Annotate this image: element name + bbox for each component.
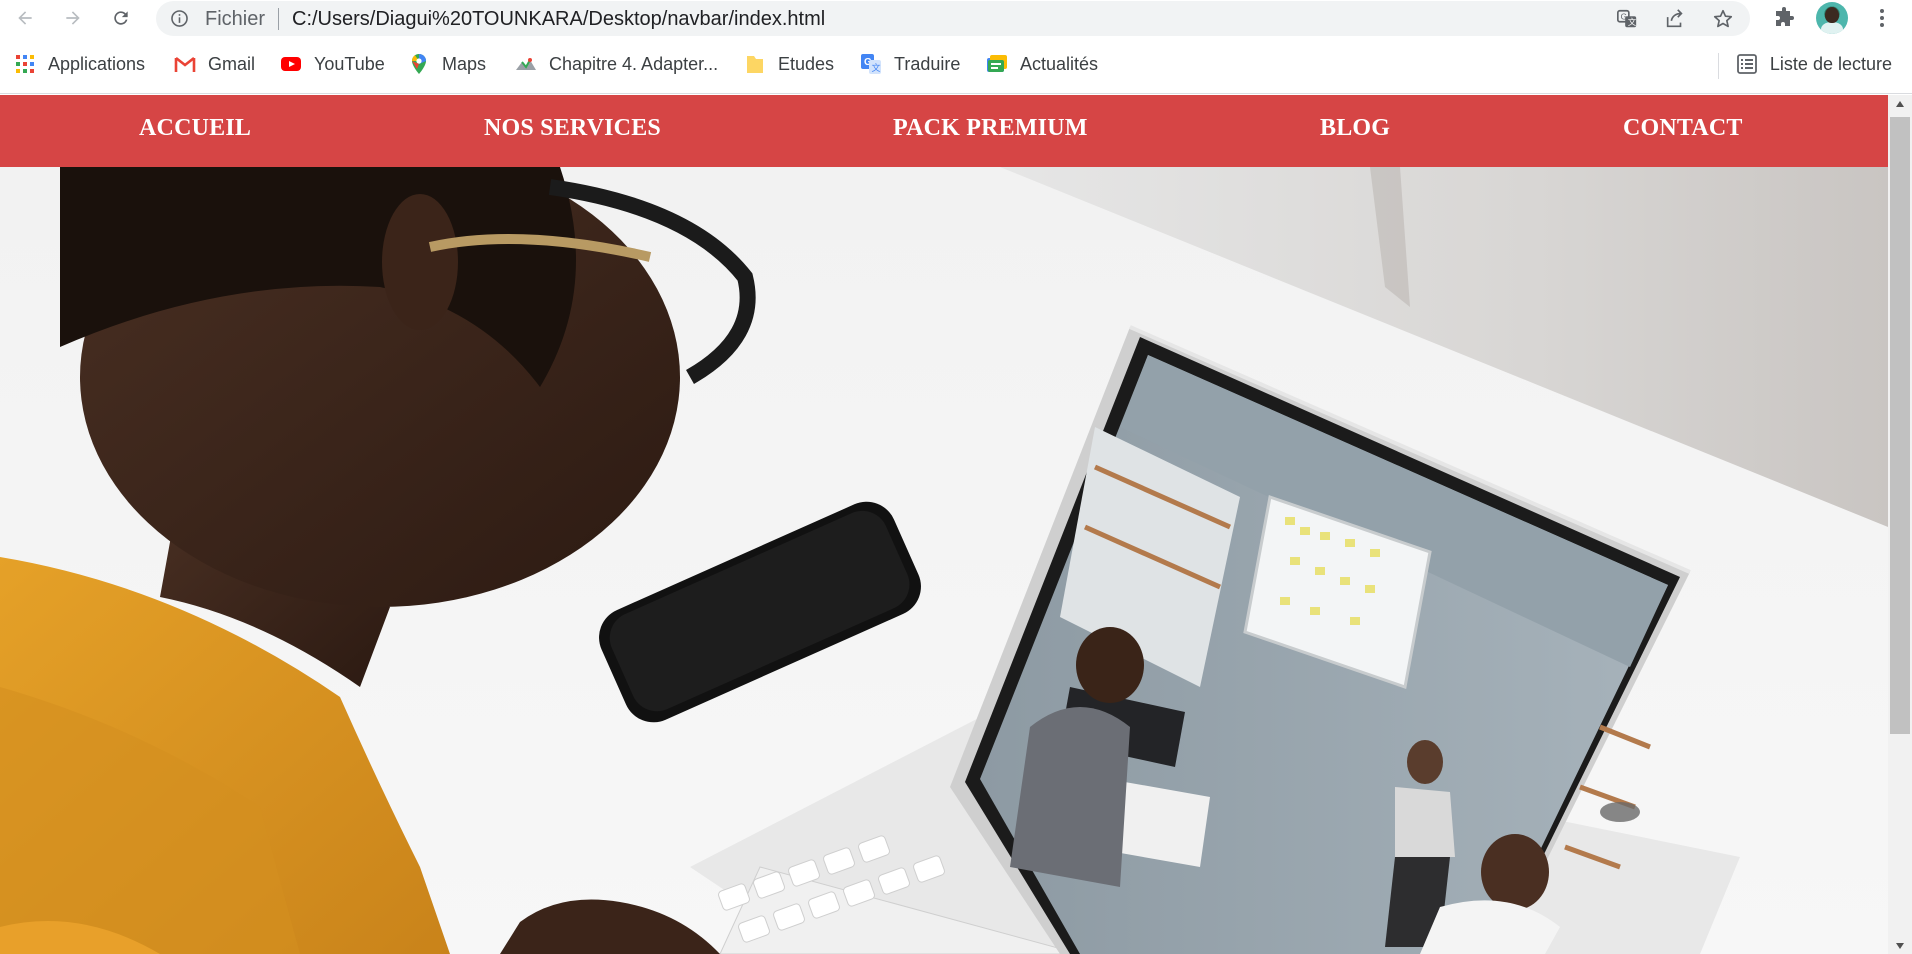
bookmark-label: Gmail	[208, 53, 256, 74]
forward-button[interactable]	[61, 6, 85, 30]
svg-text:文: 文	[872, 62, 881, 73]
bookmark-youtube[interactable]: YouTube	[280, 51, 385, 77]
share-icon[interactable]	[1664, 8, 1686, 30]
more-menu-icon[interactable]	[1870, 6, 1894, 30]
bookmark-actualites[interactable]: Actualités	[986, 51, 1098, 77]
nav-link-nos-services[interactable]: NOS SERVICES	[484, 115, 661, 142]
arrow-left-icon	[18, 11, 32, 25]
hero-image	[0, 167, 1888, 954]
bookmark-label: Etudes	[778, 53, 835, 74]
hero-photo-illustration	[0, 167, 1888, 954]
back-button[interactable]	[13, 6, 37, 30]
reading-list-button[interactable]: Liste de lecture	[1736, 51, 1892, 77]
nav-link-pack-premium[interactable]: PACK PREMIUM	[893, 115, 1088, 142]
star-bookmark-icon[interactable]	[1712, 8, 1734, 30]
browser-toolbar: Fichier C:/Users/Diagui%20TOUNKARA/Deskt…	[0, 0, 1912, 37]
bookmark-label: Maps	[442, 53, 487, 74]
folder-icon	[747, 56, 763, 73]
scrollbar-thumb[interactable]	[1890, 117, 1910, 734]
maps-pin-icon	[412, 54, 426, 74]
page-viewport: ACCUEIL NOS SERVICES PACK PREMIUM BLOG C…	[0, 95, 1912, 954]
bookmark-traduire[interactable]: G文 Traduire	[860, 51, 960, 77]
translate-page-icon[interactable]: G文	[1616, 8, 1638, 30]
caret-up-icon	[1896, 100, 1904, 107]
site-navbar: ACCUEIL NOS SERVICES PACK PREMIUM BLOG C…	[0, 95, 1888, 167]
reload-icon	[114, 11, 128, 25]
vertical-scrollbar[interactable]	[1888, 95, 1912, 954]
bookmark-label: Traduire	[894, 53, 961, 74]
address-scheme-label: Fichier	[205, 8, 266, 30]
translate-icon: G文	[861, 54, 881, 74]
bookmark-chapitre-4[interactable]: Chapitre 4. Adapter...	[515, 51, 718, 77]
arrow-right-icon	[66, 11, 80, 25]
reading-list-label: Liste de lecture	[1769, 53, 1892, 74]
bookmarks-bar: Applications Gmail YouTube Maps Chapitre…	[0, 37, 1912, 94]
caret-down-icon	[1896, 942, 1904, 949]
reading-list-icon	[1737, 54, 1757, 74]
bookmark-label: Chapitre 4. Adapter...	[549, 53, 719, 74]
scroll-down-button[interactable]	[1888, 937, 1912, 954]
bookmarks-divider	[1718, 53, 1719, 79]
profile-avatar[interactable]	[1816, 2, 1848, 34]
address-divider	[278, 8, 279, 30]
bookmark-etudes[interactable]: Etudes	[744, 51, 834, 77]
gmail-icon	[174, 56, 196, 72]
bookmark-label: Applications	[48, 53, 146, 74]
news-icon	[987, 55, 1007, 72]
youtube-icon	[281, 57, 301, 71]
svg-text:文: 文	[1628, 17, 1636, 27]
nav-link-accueil[interactable]: ACCUEIL	[139, 115, 251, 142]
info-icon[interactable]	[170, 9, 189, 28]
scroll-up-button[interactable]	[1888, 95, 1912, 112]
bookmark-maps[interactable]: Maps	[408, 51, 486, 77]
bookmark-gmail[interactable]: Gmail	[174, 51, 255, 77]
apps-grid-icon	[16, 55, 34, 73]
reload-button[interactable]	[109, 6, 133, 30]
nav-link-blog[interactable]: BLOG	[1320, 115, 1390, 142]
nav-link-contact[interactable]: CONTACT	[1623, 115, 1743, 142]
address-url[interactable]: C:/Users/Diagui%20TOUNKARA/Desktop/navba…	[292, 8, 825, 31]
site-icon	[516, 58, 536, 70]
bookmark-applications[interactable]: Applications	[14, 51, 145, 77]
bookmark-label: YouTube	[314, 53, 385, 74]
bookmark-label: Actualités	[1020, 53, 1099, 74]
web-page: ACCUEIL NOS SERVICES PACK PREMIUM BLOG C…	[0, 95, 1888, 954]
address-bar[interactable]: Fichier C:/Users/Diagui%20TOUNKARA/Deskt…	[156, 1, 1750, 36]
extensions-puzzle-icon[interactable]	[1772, 6, 1796, 30]
